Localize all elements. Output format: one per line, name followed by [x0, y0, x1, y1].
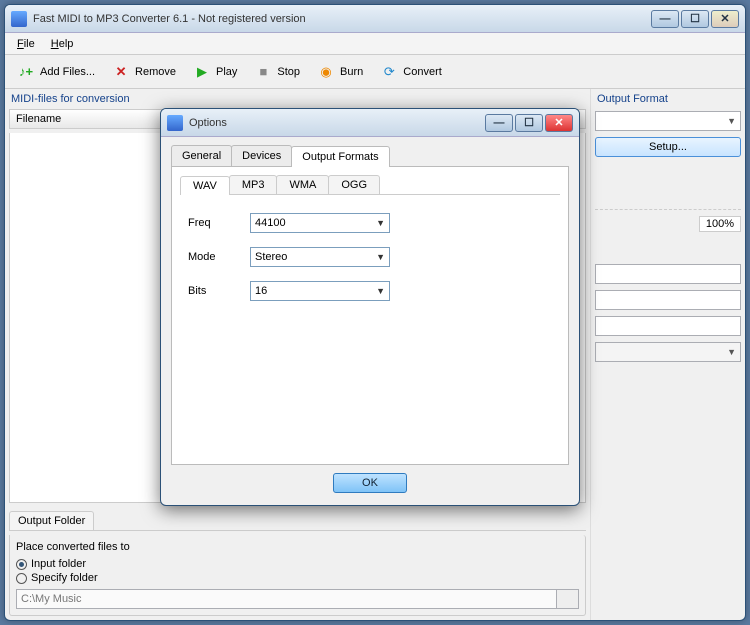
play-icon: ▶: [192, 62, 212, 82]
burn-button[interactable]: ◉ Burn: [309, 58, 370, 86]
add-files-label: Add Files...: [40, 66, 95, 78]
chevron-down-icon: ▼: [376, 218, 385, 228]
play-button[interactable]: ▶ Play: [185, 58, 244, 86]
menu-file[interactable]: File: [11, 36, 41, 52]
setup-button[interactable]: Setup...: [595, 137, 741, 157]
subtab-mp3[interactable]: MP3: [229, 175, 278, 194]
remove-label: Remove: [135, 66, 176, 78]
mode-dropdown[interactable]: Stereo ▼: [250, 247, 390, 267]
subtab-ogg[interactable]: OGG: [328, 175, 380, 194]
mode-label: Mode: [188, 251, 238, 263]
dialog-minimize-button[interactable]: —: [485, 114, 513, 132]
right-field-1[interactable]: [595, 264, 741, 284]
stop-label: Stop: [277, 66, 300, 78]
dialog-maximize-button[interactable]: ☐: [515, 114, 543, 132]
freq-dropdown[interactable]: 44100 ▼: [250, 213, 390, 233]
burn-icon: ◉: [316, 62, 336, 82]
bits-dropdown[interactable]: 16 ▼: [250, 281, 390, 301]
mode-value: Stereo: [255, 251, 287, 263]
radio-icon: [16, 559, 27, 570]
minimize-button[interactable]: —: [651, 10, 679, 28]
maximize-button[interactable]: ☐: [681, 10, 709, 28]
radio-specify-label: Specify folder: [31, 572, 98, 584]
subtab-wav[interactable]: WAV: [180, 176, 230, 195]
output-folder-group: Place converted files to Input folder Sp…: [9, 535, 586, 616]
add-icon: ♪+: [16, 62, 36, 82]
tab-output-folder[interactable]: Output Folder: [9, 511, 94, 530]
menubar: File Help: [5, 33, 745, 55]
toolbar: ♪+ Add Files... ✕ Remove ▶ Play ■ Stop ◉…: [5, 55, 745, 89]
radio-input-folder[interactable]: Input folder: [16, 557, 579, 571]
options-dialog: Options — ☐ ✕ General Devices Output For…: [160, 108, 580, 506]
midi-group-title: MIDI-files for conversion: [9, 93, 586, 105]
tab-general[interactable]: General: [171, 145, 232, 166]
bits-label: Bits: [188, 285, 238, 297]
remove-button[interactable]: ✕ Remove: [104, 58, 183, 86]
bits-value: 16: [255, 285, 267, 297]
output-format-dropdown[interactable]: ▼: [595, 111, 741, 131]
dialog-title: Options: [189, 117, 485, 129]
radio-input-label: Input folder: [31, 558, 86, 570]
freq-label: Freq: [188, 217, 238, 229]
remove-icon: ✕: [111, 62, 131, 82]
close-button[interactable]: ✕: [711, 10, 739, 28]
stop-icon: ■: [253, 62, 273, 82]
add-files-button[interactable]: ♪+ Add Files...: [9, 58, 102, 86]
convert-label: Convert: [403, 66, 442, 78]
dialog-close-button[interactable]: ✕: [545, 114, 573, 132]
main-title: Fast MIDI to MP3 Converter 6.1 - Not reg…: [33, 13, 651, 25]
browse-button[interactable]: [557, 589, 579, 609]
main-titlebar[interactable]: Fast MIDI to MP3 Converter 6.1 - Not reg…: [5, 5, 745, 33]
radio-icon: [16, 573, 27, 584]
stop-button[interactable]: ■ Stop: [246, 58, 307, 86]
output-format-title: Output Format: [595, 93, 741, 105]
freq-value: 44100: [255, 217, 286, 229]
tab-devices[interactable]: Devices: [231, 145, 292, 166]
dialog-titlebar[interactable]: Options — ☐ ✕: [161, 109, 579, 137]
place-label: Place converted files to: [16, 539, 579, 557]
burn-label: Burn: [340, 66, 363, 78]
right-field-3[interactable]: [595, 316, 741, 336]
app-icon: [167, 115, 183, 131]
statusbar: [5, 620, 745, 621]
subtab-wma[interactable]: WMA: [276, 175, 329, 194]
progress-percent: 100%: [699, 216, 741, 232]
chevron-down-icon: ▼: [376, 286, 385, 296]
play-label: Play: [216, 66, 237, 78]
convert-icon: ⟳: [379, 62, 399, 82]
chevron-down-icon: ▼: [727, 347, 736, 357]
menu-help[interactable]: Help: [45, 36, 80, 52]
tab-output-formats[interactable]: Output Formats: [291, 146, 389, 167]
convert-button[interactable]: ⟳ Convert: [372, 58, 449, 86]
right-field-2[interactable]: [595, 290, 741, 310]
chevron-down-icon: ▼: [727, 116, 736, 126]
right-dropdown[interactable]: ▼: [595, 342, 741, 362]
radio-specify-folder[interactable]: Specify folder: [16, 571, 579, 585]
output-path-input[interactable]: [16, 589, 557, 609]
ok-button[interactable]: OK: [333, 473, 407, 493]
app-icon: [11, 11, 27, 27]
chevron-down-icon: ▼: [376, 252, 385, 262]
